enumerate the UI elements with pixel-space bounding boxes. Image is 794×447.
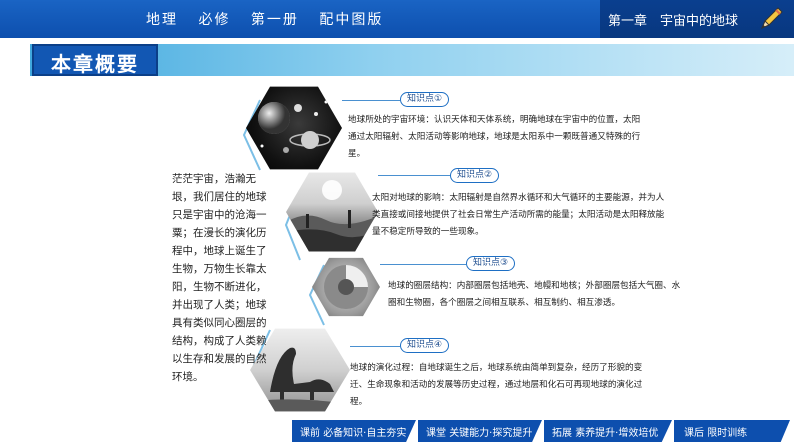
knowledge-1-label: 知识点①	[400, 92, 450, 107]
knowledge-4-text: 地球的演化过程：自地球诞生之后，地球系统由简单到复杂，经历了形貌的变迁、生命现象…	[350, 363, 643, 407]
knowledge-2-line	[378, 175, 450, 176]
nav-extension-sub: 素养提升·增效培优	[575, 427, 659, 439]
nav-extension[interactable]: 拓展 素养提升·增效培优	[544, 420, 672, 442]
knowledge-1-text: 地球所处的宇宙环境：认识天体和天体系统，明确地球在宇宙中的位置，太阳通过太阳辐射…	[348, 115, 641, 159]
header-bar: 地理 必修 第一册 配中图版 第一章 宇宙中的地球	[0, 0, 794, 38]
knowledge-3-line	[380, 264, 466, 265]
book-title: 地理 必修 第一册 配中图版	[146, 9, 397, 29]
knowledge-2-text: 太阳对地球的影响：太阳辐射是自然界水循环和大气循环的主要能源，并为人类直接或间接…	[372, 193, 665, 237]
nav-after-class-sub: 限时训练	[707, 427, 748, 439]
knowledge-4-label: 知识点④	[400, 338, 450, 353]
knowledge-3-text: 地球的圈层结构：内部圈层包括地壳、地幔和地核；外部圈层包括大气圈、水圈和生物圈，…	[388, 281, 681, 308]
nav-after-class-main: 课后	[684, 427, 704, 439]
chapter-intro: 茫茫宇宙，浩瀚无垠，我们居住的地球只是宇宙中的沧海一粟；在漫长的演化历程中，地球…	[172, 173, 267, 383]
knowledge-1-line	[342, 100, 400, 101]
knowledge-2-label: 知识点②	[450, 168, 500, 183]
nav-in-class-main: 课堂	[426, 427, 446, 439]
nav-pre-class-main: 课前	[300, 427, 320, 439]
nav-in-class-sub: 关键能力·探究提升	[449, 427, 533, 439]
nav-pre-class[interactable]: 课前 必备知识·自主夯实	[292, 420, 416, 442]
book-subject: 地理	[146, 12, 178, 28]
nav-pre-class-sub: 必备知识·自主夯实	[323, 427, 407, 439]
book-type: 必修	[198, 12, 231, 28]
nav-after-class[interactable]: 课后 限时训练	[674, 420, 790, 442]
pencil-icon	[761, 7, 783, 29]
chapter-title: 第一章 宇宙中的地球	[608, 14, 739, 29]
page-title: 本章概要	[51, 52, 139, 76]
knowledge-4-line	[350, 346, 400, 347]
title-box: 本章概要	[32, 44, 158, 76]
book-edition: 配中图版	[319, 12, 384, 28]
knowledge-3-label: 知识点③	[466, 256, 516, 271]
nav-in-class[interactable]: 课堂 关键能力·探究提升	[418, 420, 542, 442]
book-volume: 第一册	[250, 12, 299, 28]
nav-extension-main: 拓展	[552, 427, 572, 439]
